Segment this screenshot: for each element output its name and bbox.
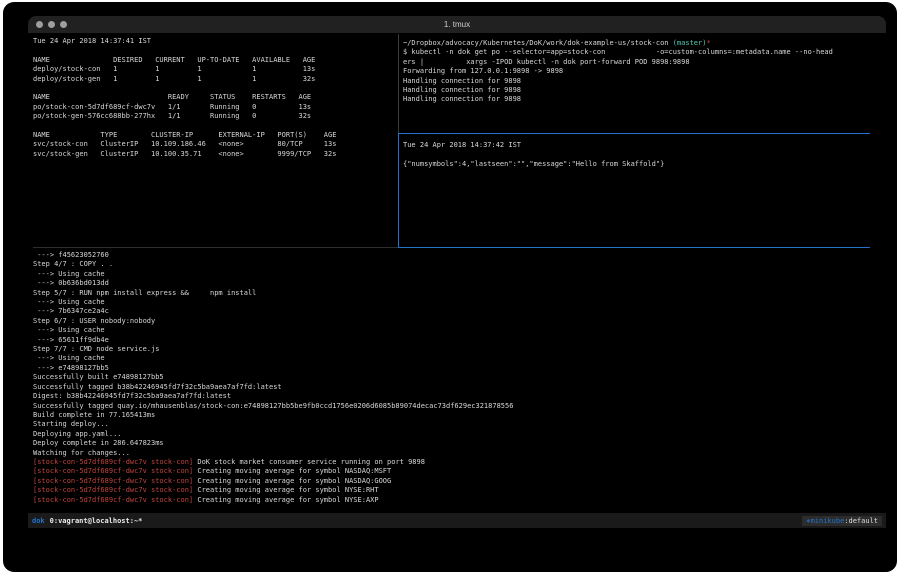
terminal-line: Successfully built e74898127bb5	[33, 373, 883, 382]
terminal-line: Handling connection for 9898	[403, 77, 883, 86]
terminal-line: NAME READY STATUS RESTARTS AGE	[33, 93, 395, 102]
terminal-line: Step 4/7 : COPY . .	[33, 260, 883, 269]
pane-border-active-left[interactable]	[398, 133, 399, 248]
terminal-line: svc/stock-con ClusterIP 10.109.186.46 <n…	[33, 140, 395, 149]
terminal-line: Deploying app.yaml...	[33, 430, 883, 439]
terminal-line: NAME TYPE CLUSTER-IP EXTERNAL-IP PORT(S)…	[33, 131, 395, 140]
kube-namespace-label: :default	[844, 517, 878, 525]
kube-context-label: minikube	[811, 517, 845, 525]
terminal-line: Tue 24 Apr 2018 14:37:41 IST	[33, 37, 395, 46]
terminal-line	[33, 46, 395, 55]
terminal-line: ---> f45623052760	[33, 251, 883, 260]
terminal-line	[403, 150, 883, 159]
terminal-line: {"numsymbols":4,"lastseen":"","message":…	[403, 160, 883, 169]
terminal-line: $ kubectl -n dok get po --selector=app=s…	[403, 48, 883, 57]
terminal-line: Handling connection for 9898	[403, 95, 883, 104]
terminal-line: NAME DESIRED CURRENT UP-TO-DATE AVAILABL…	[33, 56, 395, 65]
terminal-line: [stock-con-5d7df689cf-dwc7v stock-con] C…	[33, 496, 883, 505]
close-button[interactable]	[36, 21, 43, 28]
zoom-button[interactable]	[60, 21, 67, 28]
window-title: 1. tmux	[28, 16, 886, 33]
terminal-line: ---> Using cache	[33, 354, 883, 363]
terminal-line: Forwarding from 127.0.0.1:9898 -> 9898	[403, 67, 883, 76]
terminal-line: ---> 65611ff9db4e	[33, 336, 883, 345]
terminal-line	[33, 84, 395, 93]
terminal-line: ~/Dropbox/advocacy/Kubernetes/DoK/work/d…	[403, 39, 883, 48]
terminal-line: deploy/stock-gen 1 1 1 1 32s	[33, 75, 395, 84]
traffic-lights	[36, 21, 67, 28]
terminal-line: Build complete in 77.165413ms	[33, 411, 883, 420]
terminal-line	[33, 122, 395, 131]
terminal-line: [stock-con-5d7df689cf-dwc7v stock-con] D…	[33, 458, 883, 467]
terminal-line: [stock-con-5d7df689cf-dwc7v stock-con] C…	[33, 486, 883, 495]
pane-skaffold-probe[interactable]: Tue 24 Apr 2018 14:37:42 IST {"numsymbol…	[403, 141, 883, 245]
terminal-line: Step 7/7 : CMD node service.js	[33, 345, 883, 354]
terminal-line: ---> Using cache	[33, 298, 883, 307]
terminal-line: deploy/stock-con 1 1 1 1 13s	[33, 65, 395, 74]
terminal-line: ---> Using cache	[33, 270, 883, 279]
terminal-line: Tue 24 Apr 2018 14:37:42 IST	[403, 141, 883, 150]
terminal-line: Digest: b38b42246945fd7f32c5ba9aea7af7fd…	[33, 392, 883, 401]
terminal-line: ers | xargs -IPOD kubectl -n dok port-fo…	[403, 58, 883, 67]
tmux-status-bar: dok 0:vagrant@localhost:~* ⎈ minikube :d…	[28, 513, 886, 528]
terminal-line: ---> e74898127bb5	[33, 364, 883, 373]
terminal-line: Step 6/7 : USER nobody:nobody	[33, 317, 883, 326]
terminal-line: po/stock-con-5d7df689cf-dwc7v 1/1 Runnin…	[33, 103, 395, 112]
terminal-line: [stock-con-5d7df689cf-dwc7v stock-con] C…	[33, 477, 883, 486]
minimize-button[interactable]	[48, 21, 55, 28]
terminal-line: Successfully tagged quay.io/mhausenblas/…	[33, 402, 883, 411]
terminal-line: po/stock-gen-576cc688bb-277hx 1/1 Runnin…	[33, 112, 395, 121]
screenshot-root: 1. tmux Tue 24 Apr 2018 14:37:41 IST NAM…	[0, 0, 900, 574]
pane-build-log[interactable]: ---> f45623052760Step 4/7 : COPY . . ---…	[33, 251, 883, 509]
window-titlebar[interactable]: 1. tmux	[28, 16, 886, 33]
pane-border-horizontal-inactive[interactable]	[33, 247, 398, 248]
terminal-line: Step 5/7 : RUN npm install express && np…	[33, 289, 883, 298]
tmux-status-right: ⎈ minikube :default	[802, 516, 882, 526]
terminal-line: Handling connection for 9898	[403, 86, 883, 95]
pane-port-forward[interactable]: ~/Dropbox/advocacy/Kubernetes/DoK/work/d…	[403, 39, 883, 131]
terminal-line: ---> 0b636bd013dd	[33, 279, 883, 288]
terminal-line: [stock-con-5d7df689cf-dwc7v stock-con] C…	[33, 467, 883, 476]
pane-kubectl-watch[interactable]: Tue 24 Apr 2018 14:37:41 IST NAME DESIRE…	[33, 37, 395, 245]
terminal-line: ---> 7b6347ce2a4c	[33, 307, 883, 316]
terminal-line: Successfully tagged b38b42246945fd7f32c5…	[33, 383, 883, 392]
pane-border-active-top[interactable]	[398, 133, 870, 134]
pane-border-vertical-inactive[interactable]	[398, 34, 399, 133]
tmux-window-item[interactable]: 0:vagrant@localhost:~*	[50, 517, 143, 525]
tmux-session-name[interactable]: dok	[32, 517, 45, 525]
terminal-line: Starting deploy...	[33, 420, 883, 429]
terminal-line: svc/stock-gen ClusterIP 10.100.35.71 <no…	[33, 150, 395, 159]
terminal-line: Deploy complete in 286.647823ms	[33, 439, 883, 448]
pane-border-active-bottom[interactable]	[398, 247, 870, 248]
terminal-line: Watching for changes...	[33, 449, 883, 458]
terminal-line: ---> Using cache	[33, 326, 883, 335]
